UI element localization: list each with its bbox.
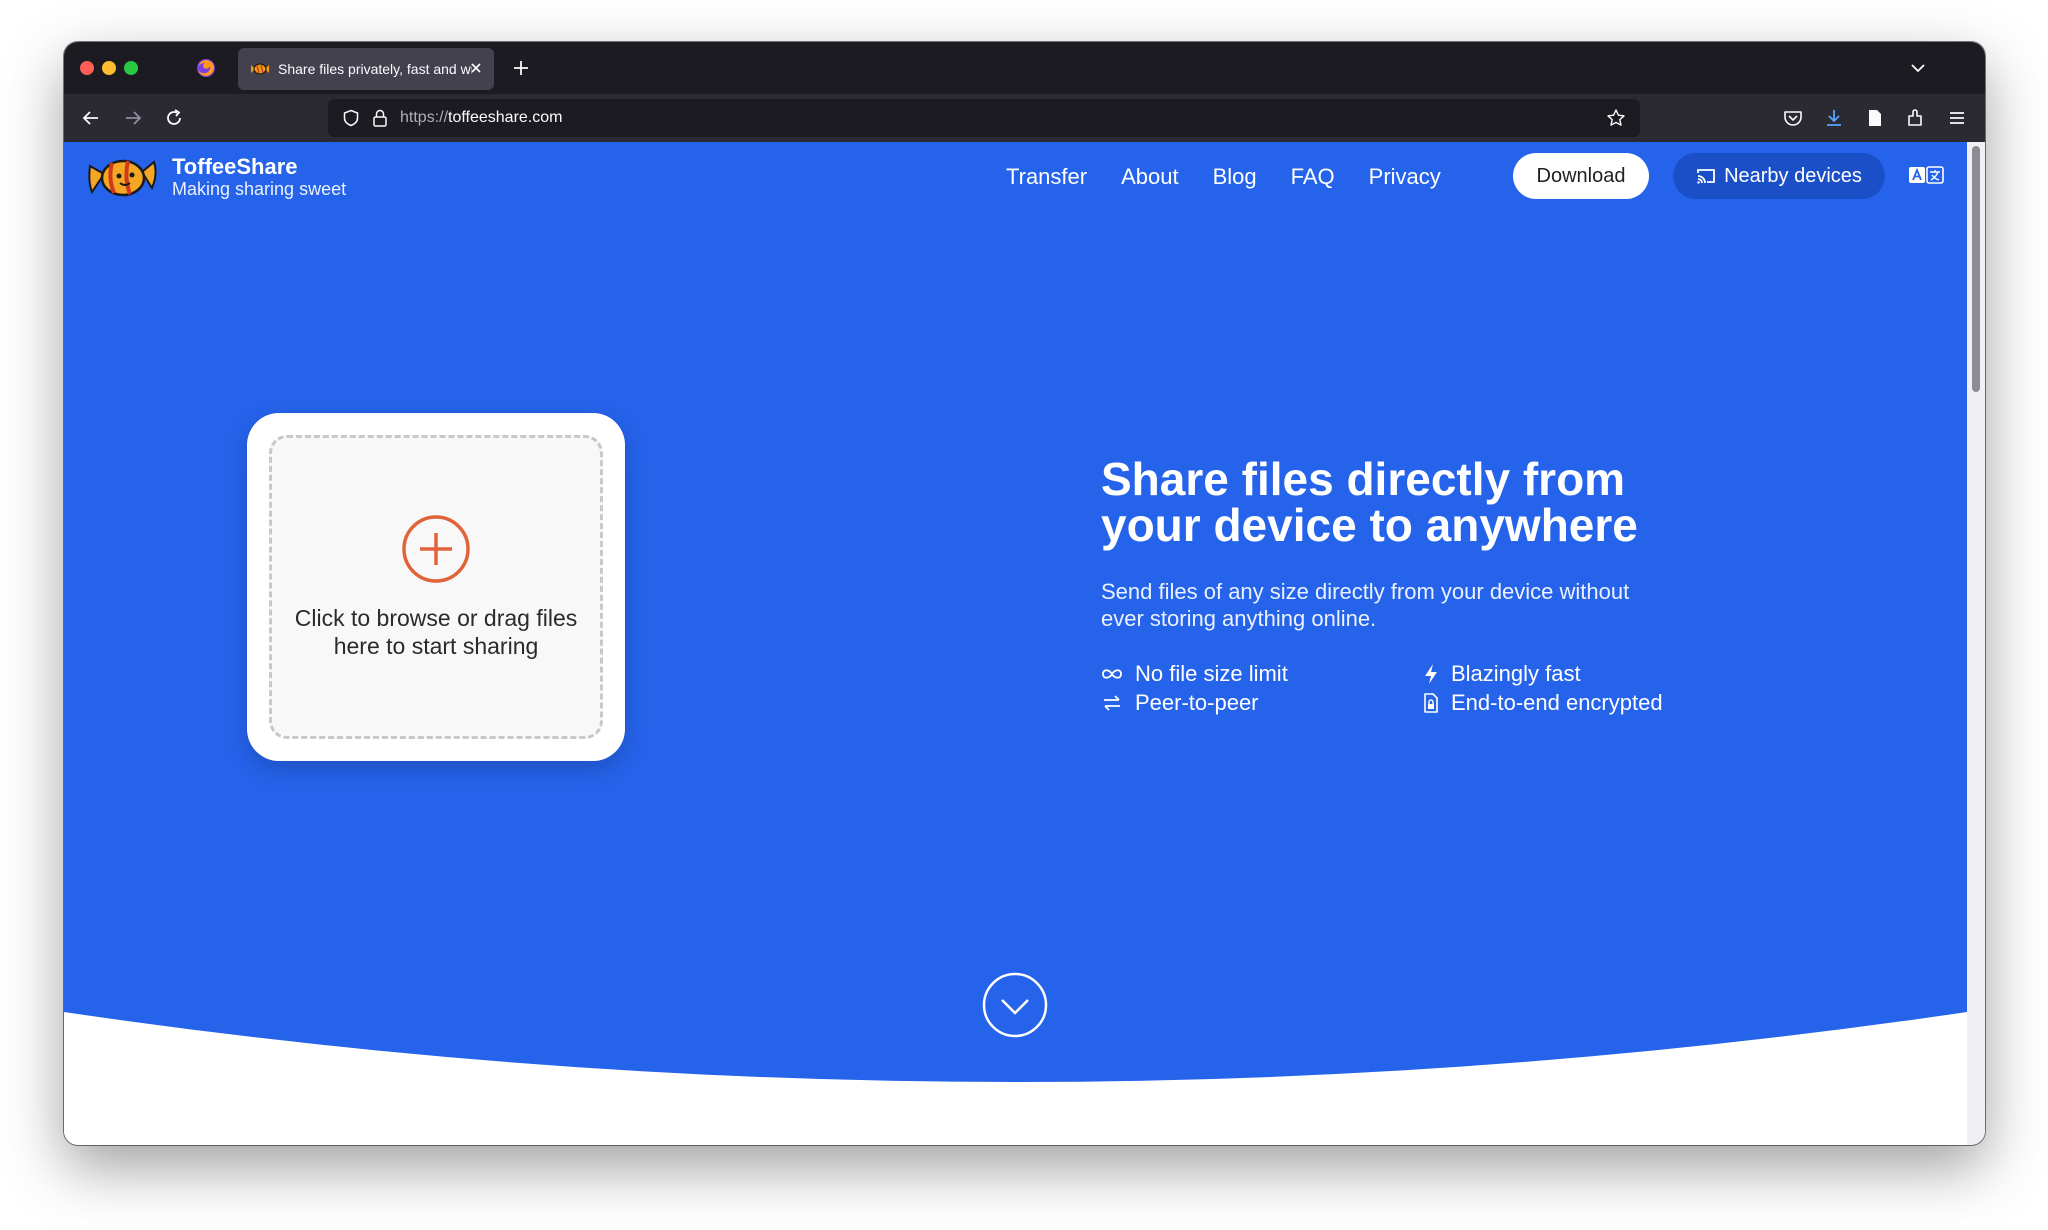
pocket-icon[interactable] bbox=[1782, 107, 1804, 129]
feature-label: No file size limit bbox=[1135, 661, 1288, 686]
cast-icon bbox=[1697, 169, 1715, 184]
url-text[interactable]: https://toffeeshare.com bbox=[400, 109, 562, 127]
minimize-window-button[interactable] bbox=[102, 61, 116, 75]
upload-prompt[interactable]: Click to browse or drag files here to st… bbox=[272, 604, 600, 660]
navigation-toolbar: https://toffeeshare.com bbox=[64, 94, 1985, 142]
reader-view-icon[interactable] bbox=[1864, 107, 1886, 129]
download-button[interactable]: Download bbox=[1513, 153, 1649, 199]
back-arrow-icon[interactable] bbox=[80, 107, 102, 129]
close-window-button[interactable] bbox=[80, 61, 94, 75]
lock-file-icon bbox=[1424, 693, 1438, 713]
extensions-icon[interactable] bbox=[1905, 107, 1927, 129]
toffee-candy-logo-icon[interactable] bbox=[86, 152, 158, 202]
infinity-icon bbox=[1102, 669, 1122, 679]
url-host: toffeeshare.com bbox=[448, 109, 563, 126]
nav-transfer[interactable]: Transfer bbox=[1006, 164, 1087, 190]
site-header: ToffeeShare Making sharing sweet Transfe… bbox=[64, 142, 1967, 222]
feature-no-size-limit: No file size limit bbox=[1101, 661, 1288, 687]
nav-about[interactable]: About bbox=[1121, 164, 1179, 190]
hero-subtitle: Send files of any size directly from you… bbox=[1101, 579, 1630, 631]
feature-peer-to-peer: Peer-to-peer bbox=[1101, 690, 1259, 716]
bookmark-star-icon[interactable] bbox=[1606, 108, 1626, 128]
tab-title: Share files privately, fast and with bbox=[278, 61, 472, 77]
new-tab-icon[interactable] bbox=[510, 57, 532, 79]
browser-tab[interactable]: Share files privately, fast and with bbox=[238, 48, 494, 90]
nearby-devices-label: Nearby devices bbox=[1724, 164, 1862, 187]
url-protocol: https:// bbox=[400, 109, 449, 126]
feature-blazingly-fast: Blazingly fast bbox=[1423, 661, 1581, 687]
downloads-icon[interactable] bbox=[1823, 107, 1845, 129]
forward-arrow-icon[interactable] bbox=[122, 107, 144, 129]
vertical-scrollbar[interactable] bbox=[1967, 142, 1985, 1145]
close-tab-icon[interactable] bbox=[468, 60, 484, 76]
tracking-protection-shield-icon[interactable] bbox=[342, 109, 360, 127]
nav-blog[interactable]: Blog bbox=[1213, 164, 1257, 190]
reload-icon[interactable] bbox=[163, 107, 185, 129]
feature-label: Blazingly fast bbox=[1451, 661, 1581, 686]
lightning-icon bbox=[1425, 664, 1437, 684]
feature-label: Peer-to-peer bbox=[1135, 690, 1259, 715]
zoom-window-button[interactable] bbox=[124, 61, 138, 75]
tab-bar: Share files privately, fast and with bbox=[64, 42, 1985, 94]
nav-faq[interactable]: FAQ bbox=[1291, 164, 1335, 190]
feature-end-to-end-encrypted: End-to-end encrypted bbox=[1423, 690, 1663, 716]
hamburger-menu-icon[interactable] bbox=[1946, 107, 1968, 129]
nearby-devices-button[interactable]: Nearby devices bbox=[1673, 153, 1885, 199]
add-files-plus-icon[interactable] bbox=[400, 513, 472, 585]
brand-name[interactable]: ToffeeShare bbox=[172, 154, 298, 180]
translate-icon[interactable] bbox=[1908, 164, 1944, 186]
toffee-favicon-icon bbox=[251, 63, 269, 75]
scrollbar-thumb[interactable] bbox=[1972, 146, 1980, 392]
browser-window: Share files privately, fast and with htt… bbox=[64, 42, 1985, 1145]
feature-label: End-to-end encrypted bbox=[1451, 690, 1663, 715]
firefox-icon[interactable] bbox=[196, 58, 216, 78]
nav-privacy[interactable]: Privacy bbox=[1369, 164, 1441, 190]
hero-title: Share files directly from your device to… bbox=[1101, 453, 1638, 551]
swap-arrows-icon bbox=[1104, 695, 1120, 711]
file-drop-zone[interactable]: Click to browse or drag files here to st… bbox=[269, 435, 603, 739]
page-viewport: ToffeeShare Making sharing sweet Transfe… bbox=[64, 142, 1967, 1145]
chevron-down-icon[interactable] bbox=[1909, 59, 1927, 77]
address-bar[interactable]: https://toffeeshare.com bbox=[328, 99, 1640, 137]
upload-card[interactable]: Click to browse or drag files here to st… bbox=[247, 413, 625, 761]
lock-icon[interactable] bbox=[372, 109, 388, 127]
scroll-down-chevron-icon[interactable] bbox=[982, 972, 1048, 1038]
main-nav: Transfer About Blog FAQ Privacy bbox=[1006, 164, 1475, 190]
brand-tagline: Making sharing sweet bbox=[172, 179, 347, 199]
